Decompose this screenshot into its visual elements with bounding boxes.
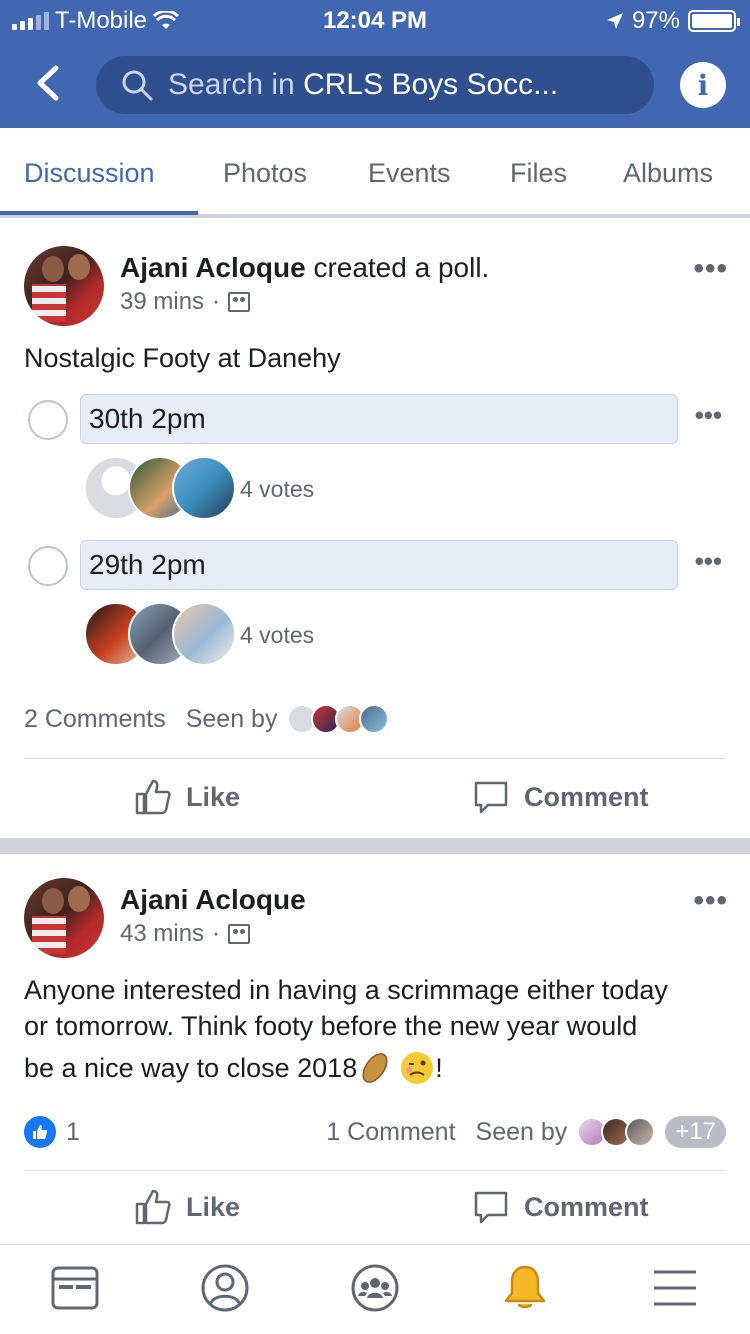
comment-label: Comment [524, 1191, 649, 1222]
more-options-icon[interactable]: ••• [693, 252, 728, 286]
comment-count[interactable]: 1 Comment [326, 1118, 455, 1147]
post-stats: 2 Comments Seen by [24, 704, 390, 734]
comment-count[interactable]: 2 Comments [24, 705, 166, 734]
tab-discussion[interactable]: Discussion [24, 158, 155, 189]
menu-hamburger-icon[interactable] [650, 1263, 700, 1313]
post-stats: 1 1 Comment Seen by +17 [24, 1116, 726, 1148]
battery-group: 97% [606, 7, 740, 35]
text-post: Ajani Acloque 43 mins · ••• Anyone intere… [0, 854, 750, 1244]
seen-by[interactable]: Seen by [185, 704, 390, 734]
tab-photos[interactable]: Photos [223, 158, 307, 189]
poll-radio[interactable] [28, 400, 68, 440]
peanut-emoji-icon [362, 1053, 388, 1083]
bottom-navigation [0, 1244, 750, 1334]
like-button[interactable]: Like [134, 778, 240, 816]
app-header: T-Mobile 12:04 PM 97% Search in CRLS Boy… [0, 0, 750, 128]
voter-avatars[interactable] [84, 602, 236, 666]
group-tabs: Discussion Photos Events Files Albums [0, 128, 750, 218]
location-arrow-icon [606, 13, 623, 29]
author-name[interactable]: Ajani Acloque [120, 252, 306, 283]
seen-by[interactable]: Seen by +17 [476, 1116, 726, 1148]
poll-option: 29th 2pm ••• 4 votes [0, 540, 750, 666]
info-button[interactable]: i [680, 62, 726, 108]
seen-by-label: Seen by [185, 704, 278, 733]
like-label: Like [186, 1191, 241, 1222]
more-options-icon[interactable]: ••• [693, 884, 728, 918]
battery-icon [688, 10, 740, 32]
poll-radio[interactable] [28, 546, 68, 586]
seen-more-count: +17 [665, 1116, 726, 1148]
poll-question: Nostalgic Footy at Danehy [24, 343, 341, 373]
comment-bubble-icon [474, 781, 508, 814]
divider [24, 1170, 726, 1171]
post-text-line: or tomorrow. Think footy before the new … [24, 1011, 638, 1041]
active-tab-indicator [0, 211, 198, 215]
back-arrow-icon[interactable] [30, 62, 66, 104]
post-text-line: Anyone interested in having a scrimmage … [24, 975, 668, 1005]
group-name: CRLS Boys Socc... [303, 68, 559, 101]
poll-option-label[interactable]: 29th 2pm [80, 540, 678, 590]
groups-icon[interactable] [350, 1263, 400, 1313]
search-placeholder: Search in CRLS Boys Socc... [168, 68, 559, 101]
vote-count[interactable]: 4 votes [240, 476, 314, 503]
stats-right: 1 Comment Seen by +17 [326, 1116, 726, 1148]
like-label: Like [186, 781, 241, 812]
news-feed-icon[interactable] [50, 1263, 100, 1313]
post-meta: 43 mins · [120, 920, 251, 948]
like-count: 1 [66, 1117, 80, 1146]
post-action: created a poll. [313, 252, 490, 283]
post-time[interactable]: 39 mins [120, 288, 204, 316]
post-text: Anyone interested in having a scrimmage … [24, 972, 668, 1086]
search-icon [122, 70, 153, 101]
avatar[interactable] [24, 246, 104, 326]
like-reaction-icon [24, 1116, 56, 1148]
poll-option-label[interactable]: 30th 2pm [80, 394, 678, 444]
tab-files[interactable]: Files [510, 158, 567, 189]
poll-option: 30th 2pm ••• 4 votes [0, 394, 750, 520]
avatar[interactable] [24, 878, 104, 958]
option-more-icon[interactable]: ••• [695, 400, 722, 431]
thumbs-up-icon [135, 779, 171, 815]
comment-button[interactable]: Comment [472, 1188, 649, 1226]
notifications-bell-icon[interactable] [500, 1263, 550, 1313]
seen-avatars [287, 704, 390, 734]
post-text-fragment: ! [435, 1053, 443, 1083]
thumbs-up-icon [135, 1189, 171, 1225]
reaction-count[interactable]: 1 [24, 1116, 80, 1148]
poll-post: Ajani Acloque created a poll. 39 mins · •… [0, 222, 750, 836]
battery-percent: 97% [631, 7, 680, 34]
divider [24, 758, 726, 759]
group-privacy-icon [228, 924, 251, 944]
like-button[interactable]: Like [134, 1188, 240, 1226]
post-header: Ajani Acloque [120, 884, 306, 916]
status-bar: T-Mobile 12:04 PM 97% [0, 0, 750, 42]
comment-bubble-icon [474, 1191, 508, 1224]
voter-avatars[interactable] [84, 456, 236, 520]
group-privacy-icon [228, 292, 251, 312]
post-meta: 39 mins · [120, 288, 251, 316]
group-search-bar[interactable]: Search in CRLS Boys Socc... [96, 56, 654, 114]
profile-icon[interactable] [200, 1263, 250, 1313]
post-text-fragment: be a nice way to close 2018 [24, 1053, 358, 1083]
tab-albums[interactable]: Albums [623, 158, 713, 189]
woozy-face-emoji-icon [401, 1052, 434, 1084]
tab-events[interactable]: Events [368, 158, 451, 189]
post-text-line: be a nice way to close 2018 ! [24, 1050, 668, 1086]
seen-avatars [577, 1117, 656, 1147]
post-separator [0, 838, 750, 854]
seen-by-label: Seen by [475, 1117, 568, 1146]
option-more-icon[interactable]: ••• [695, 546, 722, 577]
vote-count[interactable]: 4 votes [240, 622, 314, 649]
comment-label: Comment [524, 781, 649, 812]
comment-button[interactable]: Comment [472, 778, 649, 816]
post-time[interactable]: 43 mins [120, 920, 204, 948]
post-header: Ajani Acloque created a poll. [120, 252, 489, 284]
author-name[interactable]: Ajani Acloque [120, 884, 306, 915]
